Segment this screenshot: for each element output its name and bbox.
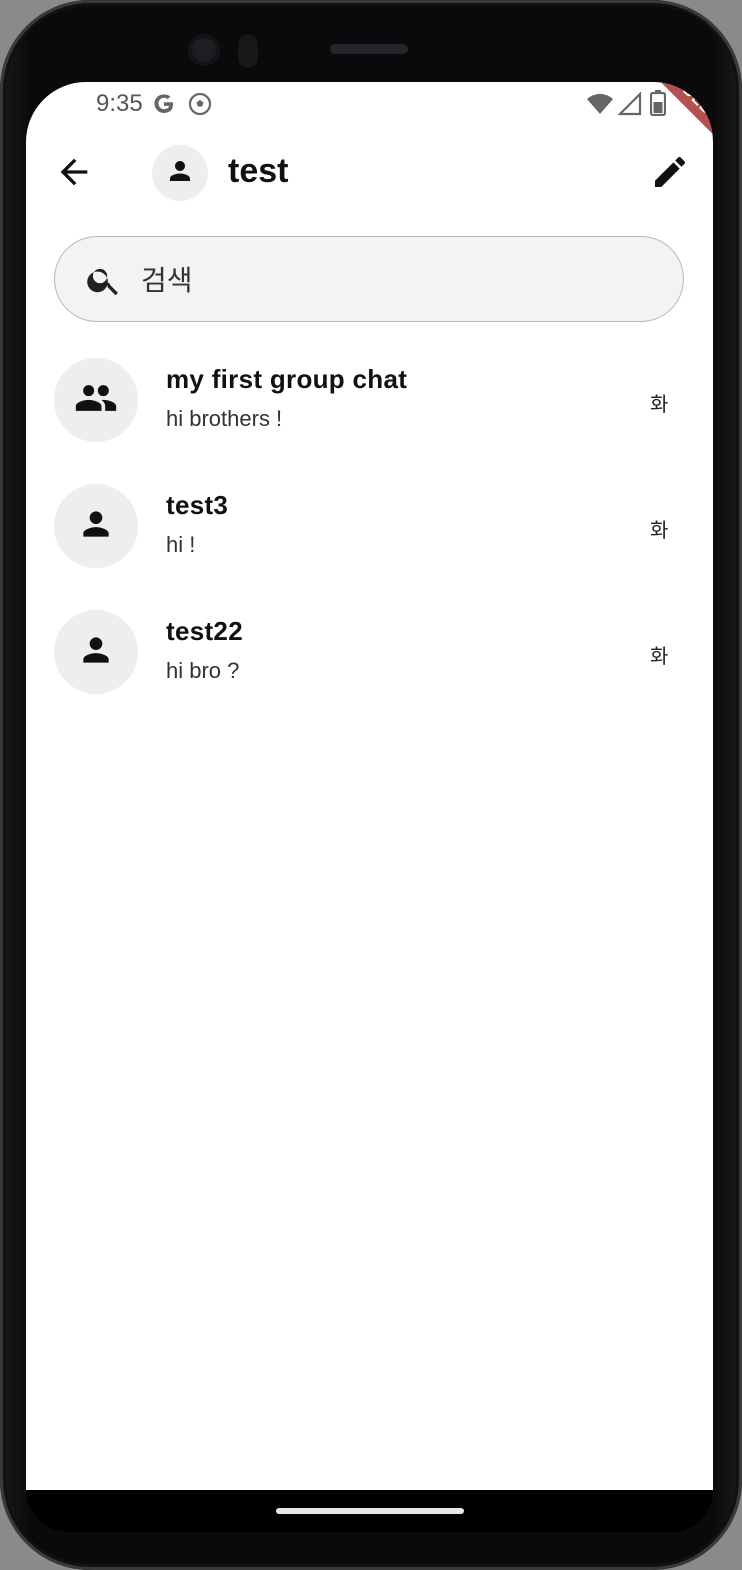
chat-name: test22 — [166, 616, 243, 646]
page-title: test — [228, 152, 289, 190]
edit-button[interactable] — [650, 152, 690, 192]
status-time: 9:35 — [96, 90, 143, 117]
search-input[interactable] — [139, 259, 643, 301]
chat-name: test3 — [166, 490, 229, 520]
pencil-icon — [650, 156, 690, 196]
avatar — [54, 358, 138, 442]
avatar — [54, 610, 138, 694]
group-icon — [74, 376, 118, 425]
chat-last-message: hi bro ? — [166, 658, 240, 683]
soccer-ball-icon — [188, 92, 212, 121]
list-item[interactable]: test3 hi ! 화 — [26, 476, 713, 586]
phone-frame: 9:35 DEBUG test 검색 my first group chat h… — [0, 0, 742, 1570]
search-bar[interactable] — [54, 236, 684, 322]
front-camera — [188, 34, 220, 66]
arrow-back-icon — [54, 158, 94, 196]
app-screen: 9:35 DEBUG test 검색 my first group chat h… — [26, 82, 713, 1490]
system-nav-bar — [26, 1490, 713, 1532]
back-button[interactable] — [54, 152, 94, 192]
person-icon — [77, 505, 115, 548]
person-icon — [165, 156, 195, 191]
person-icon — [77, 631, 115, 674]
search-icon — [85, 261, 123, 304]
earpiece-speaker — [330, 44, 408, 54]
google-icon — [152, 92, 176, 121]
appbar-avatar[interactable] — [152, 145, 208, 201]
chat-day: 화 — [650, 644, 669, 668]
chat-last-message: hi ! — [166, 532, 196, 557]
chat-last-message: hi brothers ! — [166, 406, 283, 431]
chat-day: 화 — [650, 518, 669, 542]
home-gesture-handle[interactable] — [276, 1508, 464, 1514]
chat-day: 화 — [650, 392, 669, 416]
avatar — [54, 484, 138, 568]
wifi-icon — [586, 92, 614, 121]
list-item[interactable]: my first group chat hi brothers ! 화 — [26, 350, 713, 460]
cell-signal-icon — [617, 91, 642, 121]
battery-icon — [649, 90, 667, 121]
chat-name: my first group chat — [166, 364, 408, 394]
proximity-sensor — [238, 34, 258, 68]
list-item[interactable]: test22 hi bro ? 화 — [26, 602, 713, 712]
